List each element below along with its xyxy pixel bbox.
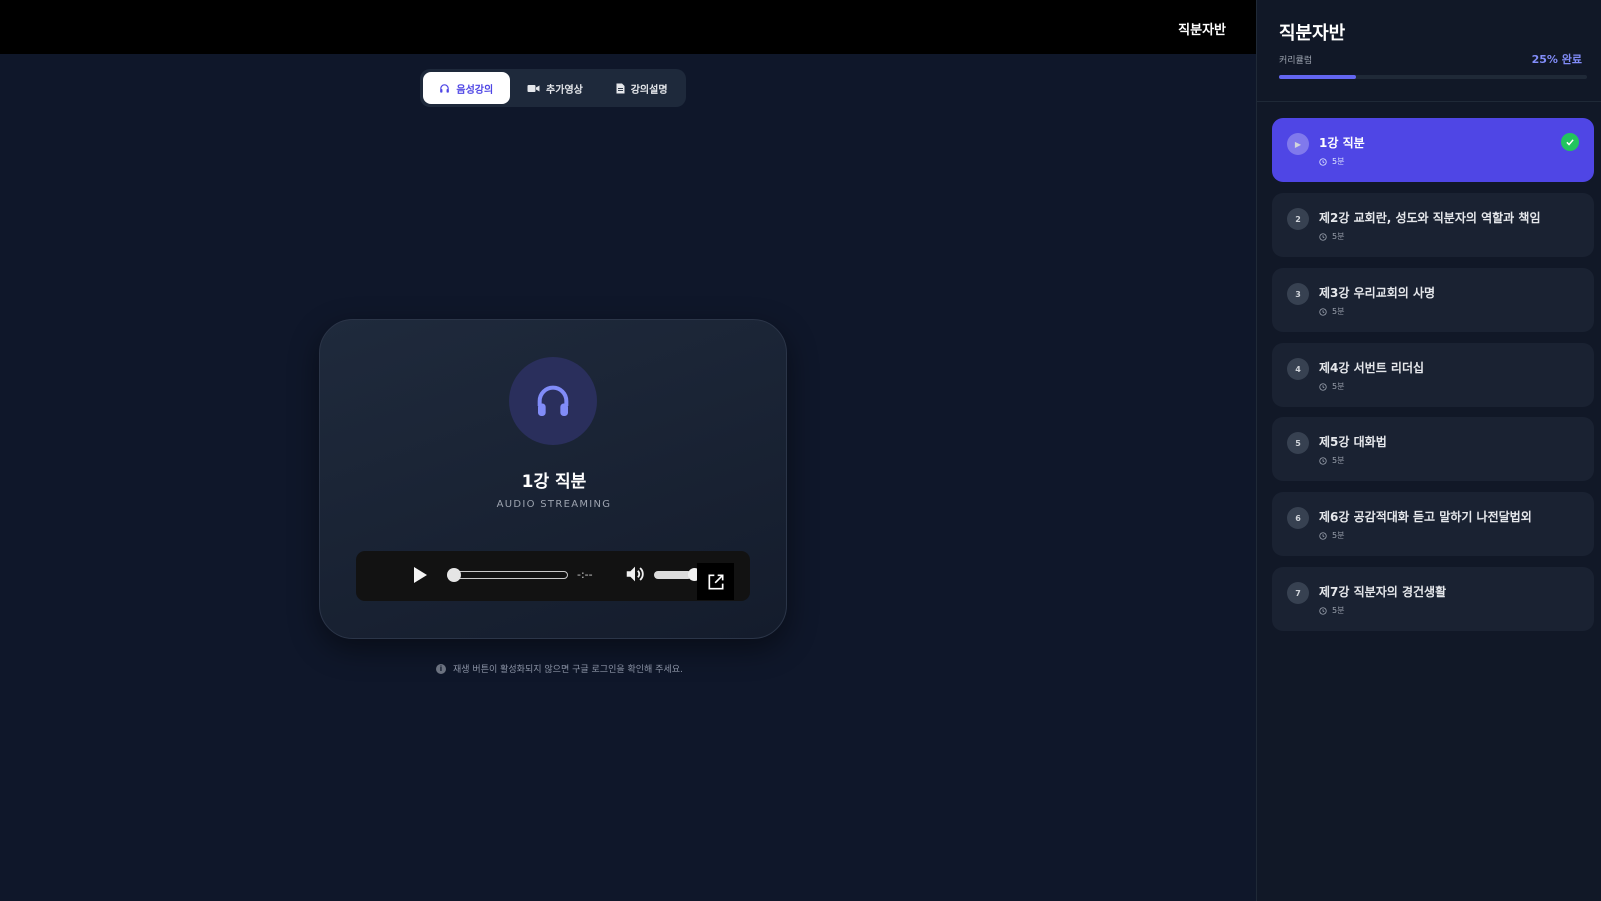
clock-icon (1319, 456, 1327, 465)
clock-icon (1319, 531, 1327, 540)
clock-icon (1319, 157, 1327, 166)
clock-icon (1319, 307, 1327, 316)
duration-text: 5분 (1332, 307, 1345, 316)
lesson-number: 4 (1287, 358, 1309, 380)
top-bar: 직분자반 (0, 0, 1256, 54)
seek-slider[interactable] (447, 568, 568, 582)
popout-button[interactable] (697, 563, 734, 600)
tab-lecture-description[interactable]: 강의설명 (600, 72, 683, 104)
clock-icon (1319, 232, 1327, 241)
headphones-icon (440, 83, 450, 93)
app-root: 직분자반 음성강의 추가영상 강의설명 1강 직분 AUDIO STREAMIN… (0, 0, 1601, 901)
audio-controls: -:-- (356, 551, 750, 601)
duration-text: 5분 (1332, 382, 1345, 391)
document-icon (616, 83, 625, 93)
lesson-item[interactable]: 4 제4강 서번트 리더십 5분 (1272, 343, 1594, 407)
lesson-duration: 5분 (1319, 381, 1344, 392)
lesson-title: 제7강 직분자의 경건생활 (1319, 585, 1447, 599)
lesson-item[interactable]: 3 제3강 우리교회의 사명 5분 (1272, 268, 1594, 332)
lesson-number: 3 (1287, 283, 1309, 305)
volume-icon[interactable] (624, 563, 646, 585)
progress-bar (1279, 75, 1587, 79)
lesson-item[interactable]: 6 제6강 공감적대화 듣고 말하기 나전달법외 5분 (1272, 492, 1594, 556)
play-icon[interactable] (411, 565, 429, 585)
headphones-badge (509, 357, 597, 445)
tab-label: 추가영상 (546, 84, 583, 96)
progress-bar-fill (1279, 75, 1356, 79)
progress-percent: 25% 완료 (1531, 53, 1582, 66)
lesson-item[interactable]: ▶ 1강 직분 5분 (1272, 118, 1594, 182)
lesson-duration: 5분 (1319, 605, 1344, 616)
lesson-title: 제4강 서번트 리더십 (1319, 361, 1425, 375)
audio-player-card: 1강 직분 AUDIO STREAMING -:-- (319, 319, 787, 639)
external-link-icon (708, 574, 723, 589)
headphones-icon (537, 385, 569, 416)
tab-label: 음성강의 (456, 84, 494, 96)
course-name: 직분자반 (1178, 23, 1226, 38)
lesson-number: 2 (1287, 208, 1309, 230)
lesson-play-icon: ▶ (1287, 133, 1309, 155)
tab-extra-video[interactable]: 추가영상 (512, 72, 599, 104)
lesson-item[interactable]: 5 제5강 대화법 5분 (1272, 417, 1594, 481)
curriculum-label: 커리큘럼 (1279, 56, 1313, 66)
duration-text: 5분 (1332, 232, 1345, 241)
time-display: -:-- (577, 568, 593, 581)
duration-text: 5분 (1332, 606, 1345, 615)
duration-text: 5분 (1332, 456, 1345, 465)
lesson-duration: 5분 (1319, 455, 1344, 466)
playback-notice: i 재생 버튼이 활성화되지 않으면 구글 로그인을 확인해 주세요. (436, 662, 683, 675)
lesson-number: 5 (1287, 432, 1309, 454)
lesson-title: 제6강 공감적대화 듣고 말하기 나전달법외 (1319, 510, 1532, 524)
lesson-title: 1강 직분 (1319, 136, 1365, 150)
lesson-item[interactable]: 7 제7강 직분자의 경건생활 5분 (1272, 567, 1594, 631)
lesson-title: 제5강 대화법 (1319, 435, 1387, 449)
volume-slider[interactable] (654, 571, 692, 579)
tab-audio-lecture[interactable]: 음성강의 (423, 72, 510, 104)
notice-text: 재생 버튼이 활성화되지 않으면 구글 로그인을 확인해 주세요. (453, 665, 683, 675)
clock-icon (1319, 606, 1327, 615)
completed-check-icon (1561, 133, 1579, 151)
info-icon: i (436, 663, 446, 674)
lesson-number: 7 (1287, 582, 1309, 604)
lesson-number: 6 (1287, 507, 1309, 529)
lesson-title: 제2강 교회란, 성도와 직분자의 역할과 책임 (1319, 211, 1541, 225)
lesson-duration: 5분 (1319, 231, 1344, 242)
lesson-duration: 5분 (1319, 306, 1344, 317)
video-camera-icon (527, 84, 540, 92)
clock-icon (1319, 382, 1327, 391)
lecture-title: 1강 직분 (521, 472, 587, 492)
lesson-item[interactable]: 2 제2강 교회란, 성도와 직분자의 역할과 책임 5분 (1272, 193, 1594, 257)
duration-text: 5분 (1332, 157, 1345, 166)
lesson-title: 제3강 우리교회의 사명 (1319, 286, 1436, 300)
duration-text: 5분 (1332, 531, 1345, 540)
audio-streaming-label: AUDIO STREAMING (496, 499, 612, 510)
lesson-duration: 5분 (1319, 156, 1344, 167)
curriculum-sidebar: 직분자반 커리큘럼 25% 완료 ▶ 1강 직분 5분 2 제2강 교회란, 성도와 직… (1256, 0, 1601, 901)
content-tabs: 음성강의 추가영상 강의설명 (420, 69, 686, 107)
seek-knob[interactable] (447, 568, 461, 582)
main-area: 직분자반 음성강의 추가영상 강의설명 1강 직분 AUDIO STREAMIN… (0, 0, 1256, 901)
sidebar-title: 직분자반 (1279, 23, 1346, 44)
tab-label: 강의설명 (630, 84, 668, 96)
lesson-duration: 5분 (1319, 530, 1344, 541)
sidebar-header: 직분자반 커리큘럼 25% 완료 (1257, 0, 1601, 102)
